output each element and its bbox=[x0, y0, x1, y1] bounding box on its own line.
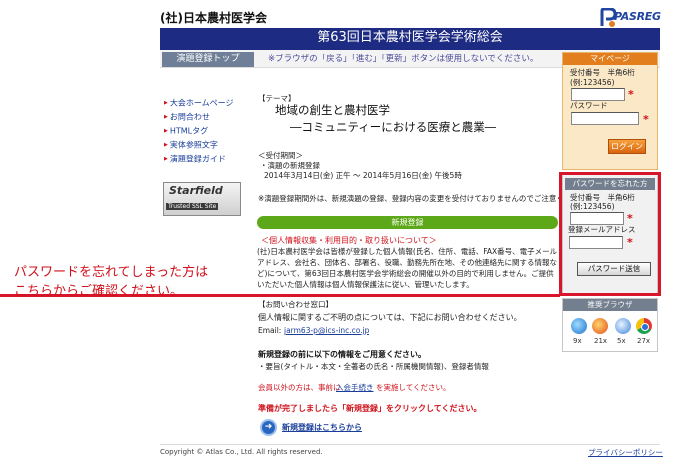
period-warning: ※演題登録期間外は、新規演題の登録、登録内容の変更を受付けておりませんのでご注意… bbox=[258, 194, 594, 203]
privacy-policy-link[interactable]: プライバシーポリシー bbox=[588, 448, 663, 457]
period-item: ・演題の新規登録 bbox=[260, 161, 320, 170]
forgot-id-example: (例:123456) bbox=[570, 202, 615, 211]
period-label: ＜受付期間＞ bbox=[258, 151, 303, 160]
theme-sub: ―コミュニティーにおける医療と農業― bbox=[290, 121, 497, 134]
mypage-title: マイページ bbox=[563, 53, 657, 65]
ssl-badge-title: Starfield bbox=[169, 184, 223, 197]
forgot-id-label: 受付番号 半角6桁 bbox=[570, 193, 635, 202]
sidebar-item-contact[interactable]: お問合わせ bbox=[164, 110, 233, 124]
new-registration-link[interactable]: 新規登録はこちらから bbox=[282, 423, 362, 433]
privacy-body: (社)日本農村医学会は皆様が登録した個人情報(氏名、住所、電話、FAX番号、電子… bbox=[257, 247, 558, 289]
inquiry-email-label: Email: bbox=[258, 326, 282, 335]
forgot-password-title: パスワードを忘れた方 bbox=[565, 178, 655, 190]
mypage-id-example: (例:123456) bbox=[570, 78, 615, 87]
browser-version: 27x bbox=[637, 337, 651, 345]
ssl-badge-subtitle: Trusted SSL Site bbox=[166, 203, 219, 211]
browser-warning-note: ※ブラウザの「戻る」「進む」「更新」ボタンは使用しないでください。 bbox=[268, 54, 539, 64]
browser-version: 9x bbox=[573, 337, 582, 345]
membership-link[interactable]: 入会手続き bbox=[336, 383, 374, 392]
forgot-id-input[interactable] bbox=[570, 212, 624, 225]
footer-divider bbox=[160, 444, 660, 445]
copyright: Copyright © Atlas Co., Ltd. All rights r… bbox=[160, 448, 323, 456]
required-mark: * bbox=[628, 88, 634, 101]
internet-explorer-icon bbox=[571, 318, 587, 334]
theme-label: 【テーマ】 bbox=[258, 94, 296, 103]
sidebar-item-homepage[interactable]: 大会ホームページ bbox=[164, 96, 234, 110]
required-mark: * bbox=[627, 212, 633, 225]
browser-version: 5x bbox=[617, 337, 626, 345]
theme-main: 地域の創生と農村医学 bbox=[275, 104, 390, 117]
prep-body: ・要旨(タイトル・本文・全著者の氏名・所属機関情報)、登録者情報 bbox=[258, 362, 489, 371]
safari-icon bbox=[615, 318, 631, 334]
login-button[interactable]: ログイン bbox=[608, 139, 646, 154]
tab-registration-top[interactable]: 演題登録トップ bbox=[162, 52, 254, 67]
firefox-icon bbox=[592, 318, 608, 334]
browser-version: 21x bbox=[594, 337, 608, 345]
page-title: 第63回日本農村医学会学術総会 bbox=[317, 30, 503, 45]
member-note: 会員以外の方は、事前に bbox=[258, 383, 341, 392]
sidebar-item-html-tags[interactable]: HTMLタグ bbox=[164, 124, 233, 138]
inquiry-body: 個人情報に関するご不明の点については、下記にお問い合わせください。 bbox=[258, 313, 522, 322]
callout-text-2: こちらからご確認ください。 bbox=[14, 284, 184, 299]
pasreg-logo: PASREG bbox=[600, 7, 661, 29]
browsers-title: 推奨ブラウザ bbox=[563, 299, 657, 311]
period-range: 2014年3月14日(金) 正午 ～ 2014年5月16日(金) 午後5時 bbox=[264, 171, 462, 180]
privacy-title: ＜個人情報収集・利用目的・取り扱いについて＞ bbox=[261, 236, 437, 245]
sidebar-item-guide[interactable]: 演題登録ガイド bbox=[164, 152, 233, 166]
ready-text: 準備が完了しましたら「新規登録」をクリックしてください。 bbox=[258, 404, 482, 413]
forgot-email-label: 登録メールアドレス bbox=[568, 225, 636, 234]
callout-text-1: パスワードを忘れてしまった方は bbox=[14, 265, 209, 280]
chrome-icon bbox=[636, 318, 652, 334]
required-mark: * bbox=[627, 236, 633, 249]
inquiry-title: 【お問い合わせ窓口】 bbox=[258, 300, 333, 309]
mypage-password-label: パスワード bbox=[570, 101, 608, 110]
sidebar-nav: 大会ホームページ お問合わせ HTMLタグ 実体参照文字 演題登録ガイド bbox=[164, 96, 234, 166]
member-note-tail: を実施してください。 bbox=[376, 383, 451, 392]
inquiry-email-link[interactable]: jarm63-p@ics-inc.co.jp bbox=[284, 326, 369, 335]
prep-title: 新規登録の前に以下の情報をご用意ください。 bbox=[258, 350, 426, 359]
send-password-button[interactable]: パスワード送信 bbox=[577, 262, 651, 276]
logo-text: PASREG bbox=[614, 10, 661, 23]
highlight-frame bbox=[559, 172, 661, 296]
forgot-email-input[interactable] bbox=[569, 236, 623, 249]
new-registration-bar[interactable]: 新規登録 bbox=[257, 216, 558, 229]
required-mark: * bbox=[643, 113, 649, 126]
mypage-id-label: 受付番号 半角6桁 bbox=[570, 68, 635, 77]
sidebar-item-entity-chars[interactable]: 実体参照文字 bbox=[164, 138, 233, 152]
mypage-password-input[interactable] bbox=[571, 112, 639, 125]
arrow-right-icon[interactable]: ➜ bbox=[260, 419, 277, 436]
org-name: (社)日本農村医学会 bbox=[160, 11, 267, 25]
mypage-id-input[interactable] bbox=[571, 88, 625, 101]
